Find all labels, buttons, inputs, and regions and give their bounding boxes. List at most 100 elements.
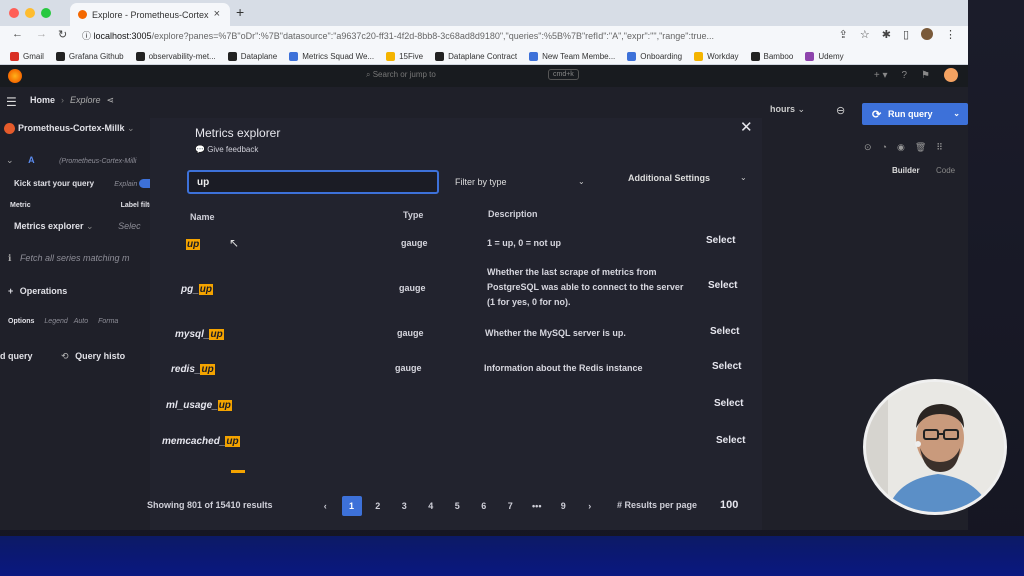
kickstart-query-button[interactable]: Kick start your query xyxy=(14,179,94,188)
user-avatar[interactable] xyxy=(944,68,958,82)
operations-button[interactable]: Operations xyxy=(20,286,68,296)
minimize-window-button[interactable] xyxy=(25,8,35,18)
datasource-picker[interactable]: Prometheus-Cortex-Millk xyxy=(18,123,125,133)
select-metric-button[interactable]: Select xyxy=(712,361,741,372)
operations-add-icon[interactable]: + xyxy=(8,286,13,296)
bookmark-item[interactable]: Workday xyxy=(694,49,739,64)
bookmark-item[interactable]: 15Five xyxy=(386,49,423,64)
select-metric-button[interactable]: Select xyxy=(714,398,743,409)
filter-caret-icon[interactable]: ⌄ xyxy=(578,177,585,186)
reload-icon[interactable]: ↻ xyxy=(58,28,67,41)
results-per-page-input[interactable]: 100 xyxy=(720,499,738,511)
page-button[interactable]: 3 xyxy=(391,496,418,516)
code-mode-tab[interactable]: Code xyxy=(936,166,955,175)
bookmark-item[interactable]: Dataplane Contract xyxy=(435,49,517,64)
select-metric-button[interactable]: Select xyxy=(716,435,745,446)
metric-caret-icon[interactable]: ⌄ xyxy=(86,221,94,231)
stage-floor xyxy=(0,536,1024,576)
page-button[interactable]: 5 xyxy=(444,496,471,516)
bookmark-item[interactable]: Dataplane xyxy=(227,49,277,64)
metric-name[interactable]: pg_up xyxy=(181,284,213,295)
page-button[interactable]: 4 xyxy=(418,496,445,516)
next-page-icon[interactable]: › xyxy=(577,496,604,516)
extensions-icon[interactable]: ✱ xyxy=(882,28,891,41)
prev-page-icon[interactable]: ‹ xyxy=(312,496,339,516)
hide-query-icon[interactable]: ◉ xyxy=(897,142,905,153)
close-window-button[interactable] xyxy=(9,8,19,18)
metric-search-input[interactable] xyxy=(187,170,439,194)
page-button[interactable]: 7 xyxy=(497,496,524,516)
add-icon[interactable]: + ▾ xyxy=(874,70,888,81)
time-picker[interactable]: hours ⌄ xyxy=(770,104,805,115)
give-feedback-link[interactable]: 💬 Give feedback xyxy=(195,145,258,154)
share-page-icon[interactable]: ⇪ xyxy=(839,28,848,41)
profile-avatar[interactable] xyxy=(921,28,933,40)
bookmark-item[interactable]: New Team Membe... xyxy=(529,49,615,64)
page-button[interactable]: 6 xyxy=(471,496,498,516)
fetch-all-hint[interactable]: Fetch all series matching m xyxy=(20,253,130,263)
zoom-out-icon[interactable]: ⊖ xyxy=(836,104,845,117)
additional-settings-caret-icon[interactable]: ⌄ xyxy=(740,173,747,182)
page-button[interactable]: 9 xyxy=(550,496,577,516)
metrics-explorer-select[interactable]: Metrics explorer xyxy=(14,221,84,231)
news-icon[interactable]: ⚑ xyxy=(921,70,930,81)
drag-handle-icon[interactable]: ⠿ xyxy=(936,142,943,153)
datasource-caret-icon[interactable]: ⌄ xyxy=(127,123,135,133)
help-icon[interactable]: ? xyxy=(901,70,907,81)
metric-name[interactable]: redis_up xyxy=(171,364,215,375)
metric-name[interactable]: mysql_up xyxy=(175,329,224,340)
additional-settings-toggle[interactable]: Additional Settings xyxy=(628,173,710,183)
add-query-button[interactable]: d query xyxy=(0,351,33,361)
global-search[interactable]: ⌕ Search or jump to xyxy=(366,70,436,80)
forward-icon[interactable]: → xyxy=(36,28,47,40)
bookmark-item[interactable]: Udemy xyxy=(805,49,844,64)
collapse-icon[interactable]: ⌄ xyxy=(6,155,14,165)
menu-kebab-icon[interactable]: ⋮ xyxy=(945,28,956,41)
bookmark-item[interactable]: Onboarding xyxy=(627,49,682,64)
run-query-caret-icon[interactable]: ⌄ xyxy=(953,109,960,118)
page-button[interactable]: ••• xyxy=(524,496,551,516)
duplicate-icon[interactable]: ◔ xyxy=(882,142,887,153)
bookmark-item[interactable]: Gmail xyxy=(10,49,44,64)
mouse-cursor-icon: ↖ xyxy=(229,236,240,250)
page-button[interactable]: 2 xyxy=(365,496,392,516)
bookmark-item[interactable]: Bamboo xyxy=(750,49,793,64)
share-icon[interactable]: ⋖ xyxy=(107,95,115,106)
label-select[interactable]: Selec xyxy=(118,221,141,231)
run-query-button[interactable]: ⟳ Run query ⌄ xyxy=(862,103,968,125)
select-metric-button[interactable]: Select xyxy=(708,280,737,291)
options-toggle[interactable]: Options xyxy=(8,318,34,325)
menu-hamburger-icon[interactable]: ☰ xyxy=(6,95,17,109)
query-history-button[interactable]: Query histo xyxy=(75,351,125,361)
metric-name[interactable]: up xyxy=(186,239,201,250)
new-tab-icon[interactable]: + xyxy=(236,4,244,20)
query-inspector-icon[interactable]: ⊙ xyxy=(864,142,872,153)
builder-mode-tab[interactable]: Builder xyxy=(892,166,920,175)
select-metric-button[interactable]: Select xyxy=(706,235,735,246)
select-metric-button[interactable]: Select xyxy=(710,326,739,337)
bookmark-item[interactable]: observability-met... xyxy=(135,49,216,64)
browser-tab[interactable]: Explore - Prometheus-Cortex × xyxy=(70,3,230,26)
breadcrumb-home[interactable]: Home xyxy=(30,95,55,106)
bookmark-star-icon[interactable]: ☆ xyxy=(860,28,870,41)
match-highlight: up xyxy=(200,364,215,375)
close-icon[interactable]: ✕ xyxy=(740,118,753,136)
page-button[interactable]: 1 xyxy=(341,496,362,516)
filter-by-type-select[interactable]: Filter by type xyxy=(455,177,507,187)
metric-name[interactable]: ml_usage_up xyxy=(166,400,232,411)
back-icon[interactable]: ← xyxy=(12,28,23,40)
info-icon: ⓘ xyxy=(82,31,94,41)
url-bar[interactable]: ⓘ localhost:3005/explore?panes=%7B"oDr":… xyxy=(82,29,822,43)
grafana-logo-icon[interactable] xyxy=(8,69,22,83)
sidebar-icon[interactable]: ▯ xyxy=(903,28,909,41)
bookmark-label: Metrics Squad We... xyxy=(302,52,375,61)
bookmark-item[interactable]: Metrics Squad We... xyxy=(289,49,374,64)
delete-icon[interactable]: 🗑 xyxy=(915,142,926,153)
bookmark-item[interactable]: Grafana Github xyxy=(55,49,124,64)
legend-option: Legend xyxy=(44,318,68,325)
maximize-window-button[interactable] xyxy=(41,8,51,18)
bookmark-favicon-icon xyxy=(750,52,760,61)
bookmark-label: Workday xyxy=(707,52,739,61)
metric-name[interactable]: memcached_up xyxy=(162,436,240,447)
close-tab-icon[interactable]: × xyxy=(214,8,220,20)
